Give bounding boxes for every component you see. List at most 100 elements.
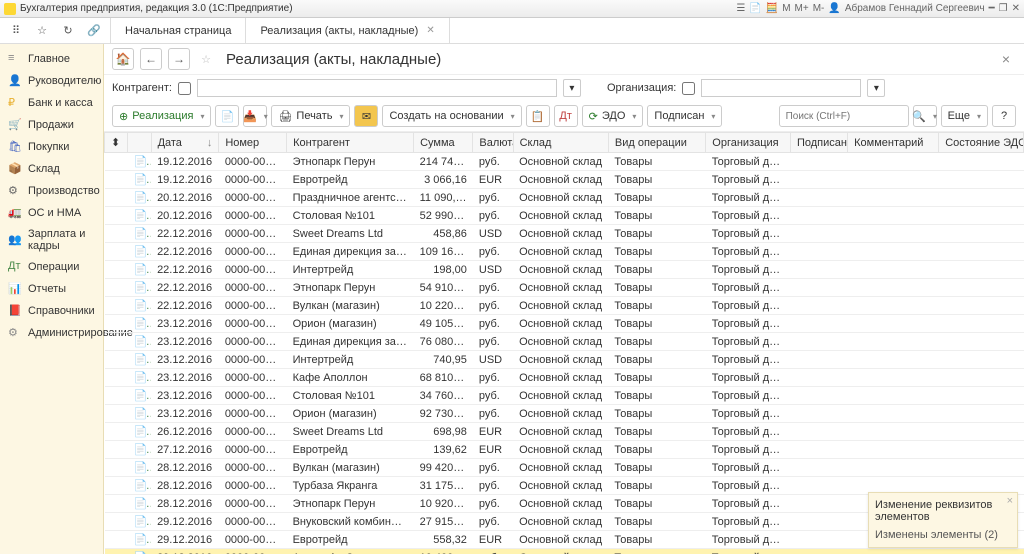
sidebar-item[interactable]: 👥Зарплата и кадры: [0, 224, 103, 256]
sidebar-item[interactable]: ⚙Администрирование: [0, 322, 103, 344]
table-row[interactable]: 📄22.12.20160000-000584Sweet Dreams Ltd45…: [105, 225, 1024, 243]
sidebar-item[interactable]: ⚙ Производство: [0, 180, 103, 202]
sidebar-item[interactable]: ДтОперации: [0, 256, 103, 278]
sidebar-item[interactable]: 📦Склад: [0, 158, 103, 180]
table-row[interactable]: 📄23.12.20160000-000593Столовая №10134 76…: [105, 387, 1024, 405]
table-row[interactable]: 📄22.12.20160000-000587Этнопарк Перун54 9…: [105, 279, 1024, 297]
sidebar-icon: ₽: [8, 96, 22, 110]
home-button[interactable]: 🏠: [112, 48, 134, 70]
sidebar-item[interactable]: 📕Справочники: [0, 300, 103, 322]
table-row[interactable]: 📄23.12.20160000-000589Орион (магазин)49 …: [105, 315, 1024, 333]
tab-home[interactable]: Начальная страница: [111, 18, 246, 43]
table-row[interactable]: 📄22.12.20160000-000586Интертрейд198,00US…: [105, 261, 1024, 279]
search-button[interactable]: 🔍: [913, 105, 937, 127]
sidebar-label: Отчеты: [28, 283, 66, 295]
forward-button[interactable]: →: [168, 48, 190, 70]
doc-icon: 📄: [134, 479, 146, 491]
tb-icon[interactable]: 📄: [749, 3, 761, 14]
page-close-button[interactable]: ×: [996, 51, 1016, 67]
help-button[interactable]: ?: [992, 105, 1016, 127]
table-row[interactable]: 📄29.12.20160000-000602Антикафе Земляника…: [105, 549, 1024, 554]
table-row[interactable]: 📄23.12.20160000-000594Орион (магазин)92 …: [105, 405, 1024, 423]
minimize-button[interactable]: ━: [989, 3, 995, 14]
col-operation[interactable]: Вид операции: [608, 133, 705, 153]
realization-button[interactable]: ⊕ Реализация: [112, 105, 211, 127]
page-header: 🏠 ← → ☆ Реализация (акты, накладные) ×: [104, 44, 1024, 75]
history-icon[interactable]: ↻: [60, 23, 76, 39]
col-comment[interactable]: Комментарий: [848, 133, 939, 153]
tab-realization[interactable]: Реализация (акты, накладные)✕: [246, 18, 449, 43]
col-number[interactable]: Номер: [219, 133, 287, 153]
related-button[interactable]: 📋: [526, 105, 550, 127]
sidebar-item[interactable]: 👤Руководителю: [0, 70, 103, 92]
notification-close-icon[interactable]: ×: [1007, 495, 1013, 507]
col-edo[interactable]: Состояние ЭДО: [939, 133, 1024, 153]
contragent-input[interactable]: [197, 79, 557, 97]
sidebar-label: Банк и касса: [28, 97, 93, 109]
doc-icon: 📄: [134, 407, 146, 419]
star-icon[interactable]: ☆: [34, 23, 50, 39]
table-row[interactable]: 📄22.12.20160000-000588Вулкан (магазин)10…: [105, 297, 1024, 315]
search-input[interactable]: [779, 105, 909, 127]
sidebar-item[interactable]: ≡Главное: [0, 48, 103, 70]
organization-input[interactable]: [701, 79, 861, 97]
table-row[interactable]: 📄26.12.20160000-000595Sweet Dreams Ltd69…: [105, 423, 1024, 441]
table-row[interactable]: 📄19.12.20160000-000580Этнопарк Перун214 …: [105, 153, 1024, 171]
mail-button[interactable]: ✉: [354, 105, 378, 127]
sidebar-label: Производство: [28, 185, 100, 197]
table-row[interactable]: 📄23.12.20160000-000591Интертрейд740,95US…: [105, 351, 1024, 369]
load-button[interactable]: 📥: [243, 105, 267, 127]
sidebar-item[interactable]: 🛒Продажи: [0, 114, 103, 136]
sign-button[interactable]: Подписан: [647, 105, 722, 127]
apps-icon[interactable]: ⠿: [8, 23, 24, 39]
close-button[interactable]: ✕: [1012, 3, 1020, 14]
create-based-button[interactable]: Создать на основании: [382, 105, 521, 127]
more-button[interactable]: Еще: [941, 105, 988, 127]
col-signed[interactable]: Подписан: [790, 133, 847, 153]
titlebar: Бухгалтерия предприятия, редакция 3.0 (1…: [0, 0, 1024, 18]
tb-icon[interactable]: 🧮: [766, 3, 778, 14]
col-date[interactable]: Дата ↓: [151, 133, 219, 153]
favorite-icon[interactable]: ☆: [196, 53, 216, 66]
notification-toast[interactable]: × Изменение реквизитов элементов Изменен…: [868, 492, 1018, 548]
m-indicator: М: [782, 3, 790, 14]
col-contragent[interactable]: Контрагент: [287, 133, 414, 153]
col-sum[interactable]: Сумма: [414, 133, 473, 153]
contragent-select-button[interactable]: ▾: [563, 79, 581, 97]
contragent-checkbox[interactable]: [178, 82, 191, 95]
col-status[interactable]: ⬍: [105, 133, 128, 153]
col-currency[interactable]: Валюта: [473, 133, 513, 153]
tb-icon[interactable]: ☰: [736, 3, 745, 14]
col-warehouse[interactable]: Склад: [513, 133, 608, 153]
sidebar-icon: ⚙: [8, 184, 22, 198]
table-row[interactable]: 📄23.12.20160000-000592Кафе Аполлон68 810…: [105, 369, 1024, 387]
organization-checkbox[interactable]: [682, 82, 695, 95]
maximize-button[interactable]: ❐: [999, 3, 1008, 14]
sidebar-item[interactable]: 🛍Покупки: [0, 136, 103, 158]
user-name[interactable]: Абрамов Геннадий Сергеевич: [845, 3, 985, 14]
table-row[interactable]: 📄20.12.20160000-000582Праздничное агентс…: [105, 189, 1024, 207]
table-row[interactable]: 📄28.12.20160000-000597Вулкан (магазин)99…: [105, 459, 1024, 477]
back-button[interactable]: ←: [140, 48, 162, 70]
copy-button[interactable]: 📄: [215, 105, 239, 127]
col-marker[interactable]: [128, 133, 151, 153]
doc-icon: 📄: [134, 371, 146, 383]
doc-icon: 📄: [134, 389, 146, 401]
table-row[interactable]: 📄27.12.20160000-000596Евротрейд139,62EUR…: [105, 441, 1024, 459]
tab-close-icon[interactable]: ✕: [426, 25, 434, 36]
sidebar-item[interactable]: 📊Отчеты: [0, 278, 103, 300]
sidebar-item[interactable]: 🚛ОС и НМА: [0, 202, 103, 224]
table-row[interactable]: 📄19.12.20160000-000581Евротрейд3 066,16E…: [105, 171, 1024, 189]
print-button[interactable]: 🖨 Печать: [271, 105, 350, 127]
table-row[interactable]: 📄23.12.20160000-000590Единая дирекция за…: [105, 333, 1024, 351]
doc-icon: 📄: [134, 353, 146, 365]
col-organization[interactable]: Организация: [706, 133, 791, 153]
organization-select-button[interactable]: ▾: [867, 79, 885, 97]
edo-button[interactable]: ⟳ ЭДО: [582, 105, 644, 127]
grid[interactable]: ⬍ Дата ↓ Номер Контрагент Сумма Валюта С…: [104, 132, 1024, 554]
dt-button[interactable]: Дт: [554, 105, 578, 127]
table-row[interactable]: 📄20.12.20160000-000583Столовая №10152 99…: [105, 207, 1024, 225]
link-icon[interactable]: 🔗: [86, 23, 102, 39]
table-row[interactable]: 📄22.12.20160000-000585Единая дирекция за…: [105, 243, 1024, 261]
sidebar-item[interactable]: ₽ Банк и касса: [0, 92, 103, 114]
